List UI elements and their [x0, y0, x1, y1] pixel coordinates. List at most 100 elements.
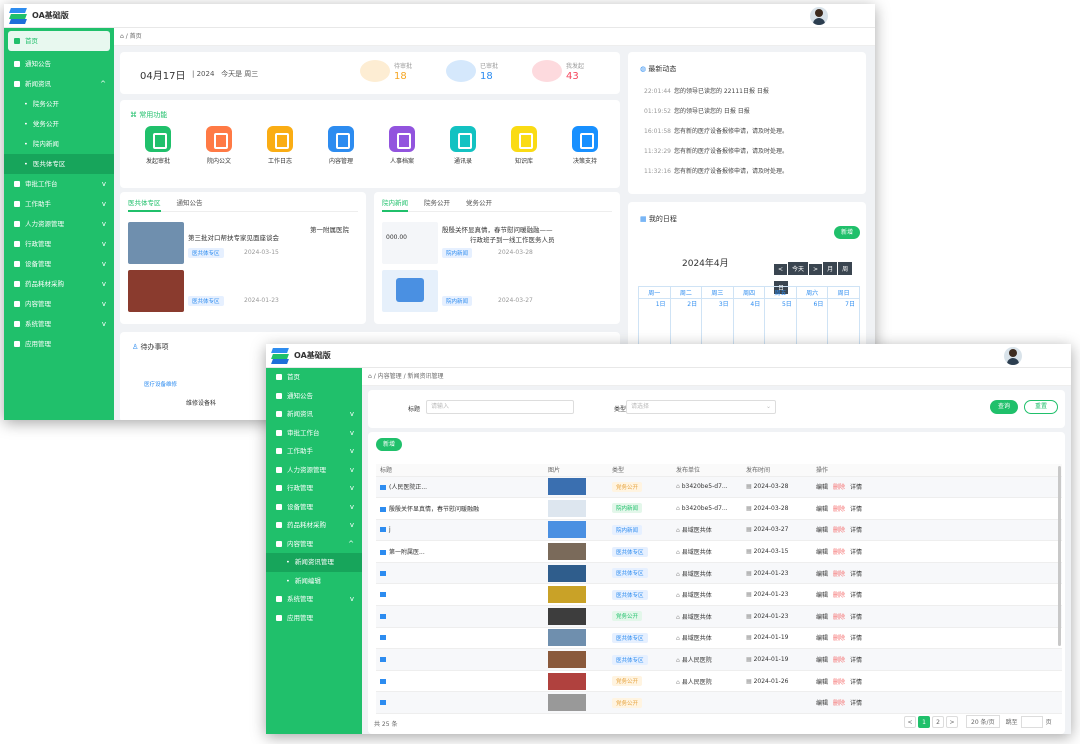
- delete-link[interactable]: 删除: [833, 614, 845, 621]
- add-news-button[interactable]: 新增: [376, 438, 402, 451]
- sidebar-item-2[interactable]: 通知公告: [4, 54, 114, 74]
- news-thumbnail[interactable]: [548, 478, 586, 496]
- function-3[interactable]: 工作日志: [260, 126, 300, 165]
- tab-3[interactable]: 党务公开: [466, 196, 492, 210]
- news-item[interactable]: 000.00 殷殷关怀显真情，春节慰问暖融融—— 行政班子到一线工作医务人员 院内新闻…: [382, 222, 612, 268]
- detail-link[interactable]: 详情: [850, 679, 862, 686]
- delete-link[interactable]: 删除: [833, 571, 845, 578]
- activity-item[interactable]: 22:01:44 您的领导已读您的 22111日报 日报: [644, 86, 769, 95]
- sidebar-item-1[interactable]: 首页: [8, 31, 110, 51]
- delete-link[interactable]: 删除: [833, 700, 845, 707]
- function-4[interactable]: 内容管理: [321, 126, 361, 165]
- activity-item[interactable]: 01:19:52 您的领导已读您的 日报 日报: [644, 106, 750, 115]
- detail-link[interactable]: 详情: [850, 549, 862, 556]
- function-8[interactable]: 决策支持: [565, 126, 605, 165]
- activity-item[interactable]: 16:01:58 您有新的医疗设备报修申请，请及时处理。: [644, 126, 788, 135]
- calendar-nav-3[interactable]: >: [809, 264, 823, 275]
- sidebar-item-3[interactable]: 新闻资讯 ^: [4, 74, 114, 94]
- detail-link[interactable]: 详情: [850, 571, 862, 578]
- home-icon[interactable]: ⌂ /: [368, 373, 378, 380]
- edit-link[interactable]: 编辑: [816, 635, 828, 642]
- sidebar-item-2[interactable]: 通知公告: [266, 387, 362, 406]
- edit-link[interactable]: 编辑: [816, 527, 828, 534]
- activity-item[interactable]: 11:32:29 您有新的医疗设备报修申请，请及时处理。: [644, 146, 788, 155]
- detail-link[interactable]: 详情: [850, 657, 862, 664]
- detail-link[interactable]: 详情: [850, 614, 862, 621]
- page-button-2[interactable]: 1: [918, 715, 930, 728]
- sidebar-item-6[interactable]: 人力资源管理 v: [266, 461, 362, 480]
- edit-link[interactable]: 编辑: [816, 592, 828, 599]
- sidebar-item-3[interactable]: 新闻资讯 v: [266, 405, 362, 424]
- sidebar-item-16[interactable]: 应用管理: [4, 334, 114, 354]
- detail-link[interactable]: 详情: [850, 635, 862, 642]
- function-1[interactable]: 发起审批: [138, 126, 178, 165]
- column-header[interactable]: 标题: [376, 464, 544, 477]
- news-item[interactable]: 医共体专区 2024-01-23: [128, 270, 358, 316]
- type-filter-select[interactable]: 请选择 ⌄: [626, 400, 776, 414]
- delete-link[interactable]: 删除: [833, 657, 845, 664]
- news-thumbnail[interactable]: [548, 543, 586, 561]
- edit-link[interactable]: 编辑: [816, 484, 828, 491]
- title-cell[interactable]: [376, 648, 544, 671]
- column-header[interactable]: 发布时间: [742, 464, 812, 477]
- home-icon[interactable]: ⌂ /: [120, 33, 130, 40]
- edit-link[interactable]: 编辑: [816, 549, 828, 556]
- title-cell[interactable]: j: [376, 519, 544, 542]
- news-thumbnail[interactable]: [548, 629, 586, 647]
- title-cell[interactable]: [376, 583, 544, 607]
- news-thumbnail[interactable]: [548, 607, 586, 625]
- detail-link[interactable]: 详情: [850, 592, 862, 599]
- news-thumbnail[interactable]: [548, 499, 586, 517]
- query-button[interactable]: 查询: [990, 400, 1018, 414]
- avatar[interactable]: [1004, 347, 1022, 365]
- tab-2[interactable]: 通知公告: [177, 196, 203, 210]
- detail-link[interactable]: 详情: [850, 506, 862, 513]
- function-7[interactable]: 知识库: [504, 126, 544, 165]
- news-thumbnail[interactable]: [548, 672, 586, 690]
- column-header[interactable]: 类型: [608, 464, 672, 477]
- title-cell[interactable]: 第一附属医...: [376, 540, 544, 563]
- title-cell[interactable]: (人民医院正...: [376, 476, 544, 499]
- delete-link[interactable]: 删除: [833, 549, 845, 556]
- function-2[interactable]: 院内公文: [199, 126, 239, 165]
- news-thumbnail[interactable]: [548, 651, 586, 669]
- sidebar-item-5[interactable]: 党务公开: [4, 114, 114, 134]
- news-thumbnail[interactable]: [548, 564, 586, 582]
- calendar-nav-4[interactable]: 月: [823, 262, 838, 275]
- page-button-4[interactable]: >: [946, 715, 958, 728]
- delete-link[interactable]: 删除: [833, 679, 845, 686]
- function-5[interactable]: 人事档案: [382, 126, 422, 165]
- tab-1[interactable]: 院内新闻: [382, 196, 408, 212]
- sidebar-item-12[interactable]: 设备管理 v: [4, 254, 114, 274]
- stat-1[interactable]: 待审批 18: [360, 58, 430, 86]
- edit-link[interactable]: 编辑: [816, 657, 828, 664]
- reset-button[interactable]: 重置: [1024, 400, 1058, 414]
- stat-3[interactable]: 我发起 43: [532, 58, 602, 86]
- sidebar-item-15[interactable]: 系统管理 v: [4, 314, 114, 334]
- sidebar-item-4[interactable]: 院务公开: [4, 94, 114, 114]
- title-cell[interactable]: [376, 562, 544, 585]
- sidebar-item-12[interactable]: 新闻编辑: [266, 572, 362, 591]
- sidebar-item-6[interactable]: 院内新闻: [4, 134, 114, 154]
- sidebar-item-9[interactable]: 药品耗材采购 v: [266, 516, 362, 535]
- sidebar-item-5[interactable]: 工作助手 v: [266, 442, 362, 461]
- column-header[interactable]: 操作: [812, 464, 1062, 477]
- sidebar-item-10[interactable]: 内容管理 ^: [266, 535, 362, 554]
- sidebar-item-7[interactable]: 医共体专区: [4, 154, 114, 174]
- news-item[interactable]: 第三批对口帮扶专家见面座谈会 第一附属医院 医共体专区 2024-03-15: [128, 222, 358, 268]
- sidebar-item-7[interactable]: 行政管理 v: [266, 479, 362, 498]
- title-cell[interactable]: [376, 605, 544, 628]
- calendar-nav-2[interactable]: 今天: [788, 262, 809, 275]
- detail-link[interactable]: 详情: [850, 700, 862, 707]
- delete-link[interactable]: 删除: [833, 635, 845, 642]
- avatar[interactable]: [810, 7, 828, 25]
- news-thumbnail[interactable]: [548, 586, 586, 604]
- edit-link[interactable]: 编辑: [816, 700, 828, 707]
- edit-link[interactable]: 编辑: [816, 614, 828, 621]
- title-cell[interactable]: 殷殷关怀显真情，春节慰问暖融融: [376, 497, 544, 520]
- schedule-add-button[interactable]: 新增: [834, 226, 860, 239]
- sidebar-item-13[interactable]: 药品耗材采购 v: [4, 274, 114, 294]
- tab-2[interactable]: 院务公开: [424, 196, 450, 210]
- sidebar-item-8[interactable]: 设备管理 v: [266, 498, 362, 517]
- delete-link[interactable]: 删除: [833, 484, 845, 491]
